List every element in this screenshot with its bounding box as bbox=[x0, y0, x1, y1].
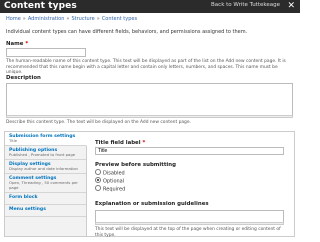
preview-option-disabled[interactable]: Disabled bbox=[95, 169, 125, 177]
tab-submission-form-settings[interactable]: Submission form settings Title bbox=[5, 132, 87, 146]
preview-option-optional[interactable]: Optional bbox=[95, 177, 125, 185]
page-title: Content types bbox=[4, 1, 77, 11]
page-header: Content types Back to Write Tuttekeage ✕ bbox=[0, 0, 300, 13]
tab-title: Menu settings bbox=[9, 207, 46, 212]
title-field-input[interactable] bbox=[95, 147, 284, 155]
tab-title: Submission form settings bbox=[9, 134, 76, 139]
title-field-label: Title field label * bbox=[95, 140, 145, 146]
description-resize-handle[interactable] bbox=[6, 115, 293, 118]
radio-label: Optional bbox=[103, 178, 125, 185]
guidelines-resize-handle[interactable] bbox=[95, 222, 284, 225]
submission-settings-pane: Title field label * Preview before submi… bbox=[87, 131, 295, 238]
radio-label: Required bbox=[103, 186, 126, 193]
required-marker: * bbox=[142, 140, 146, 146]
tab-title: Form block bbox=[9, 195, 38, 200]
tab-summary: Published , Promoted to front page bbox=[9, 152, 76, 157]
tab-comment-settings[interactable]: Comment settings Open, Threading , 50 co… bbox=[5, 174, 86, 193]
name-help: The human-readable name of this content … bbox=[6, 59, 286, 75]
guidelines-help: This text will be displayed at the top o… bbox=[95, 227, 281, 238]
title-field-label-text: Title field label bbox=[95, 140, 141, 146]
guidelines-label: Explanation or submission guidelines bbox=[95, 201, 209, 207]
close-icon[interactable]: ✕ bbox=[287, 0, 295, 12]
radio-label: Disabled bbox=[103, 170, 125, 177]
breadcrumb: Home» Administration» Structure» Content ty… bbox=[6, 16, 138, 22]
breadcrumb-administration[interactable]: Administration bbox=[28, 16, 65, 22]
preview-option-required[interactable]: Required bbox=[95, 185, 126, 193]
breadcrumb-content-types[interactable]: Content types bbox=[102, 16, 137, 22]
radio-icon[interactable] bbox=[95, 185, 101, 191]
description-label: Description bbox=[6, 75, 41, 81]
description-help: Describe this content type. The text wil… bbox=[6, 120, 191, 125]
tab-display-settings[interactable]: Display settings Display author and date… bbox=[5, 160, 86, 174]
preview-label: Preview before submitting bbox=[95, 162, 176, 168]
radio-icon[interactable] bbox=[95, 169, 101, 175]
intro-text: Individual content types can have differ… bbox=[6, 29, 248, 35]
tab-summary: Display author and date information bbox=[9, 166, 78, 171]
tab-menu-settings[interactable]: Menu settings bbox=[5, 205, 86, 217]
radio-selected-icon[interactable] bbox=[95, 177, 101, 183]
breadcrumb-home[interactable]: Home bbox=[6, 16, 21, 22]
name-label-text: Name bbox=[6, 41, 24, 47]
breadcrumb-structure[interactable]: Structure bbox=[71, 16, 94, 22]
tab-form-block[interactable]: Form block bbox=[5, 193, 86, 205]
required-marker: * bbox=[25, 41, 29, 47]
description-textarea[interactable] bbox=[6, 83, 293, 117]
name-label: Name * bbox=[6, 41, 28, 47]
tab-summary: Title bbox=[9, 138, 18, 143]
tab-publishing-options[interactable]: Publishing options Published , Promoted … bbox=[5, 146, 86, 160]
name-input[interactable] bbox=[6, 48, 86, 57]
tab-summary: Open, Threading , 50 comments per page bbox=[9, 180, 78, 190]
back-link[interactable]: Back to Write Tuttekeage bbox=[211, 2, 280, 8]
vertical-tabs: Submission form settings Title Publishin… bbox=[4, 131, 87, 237]
